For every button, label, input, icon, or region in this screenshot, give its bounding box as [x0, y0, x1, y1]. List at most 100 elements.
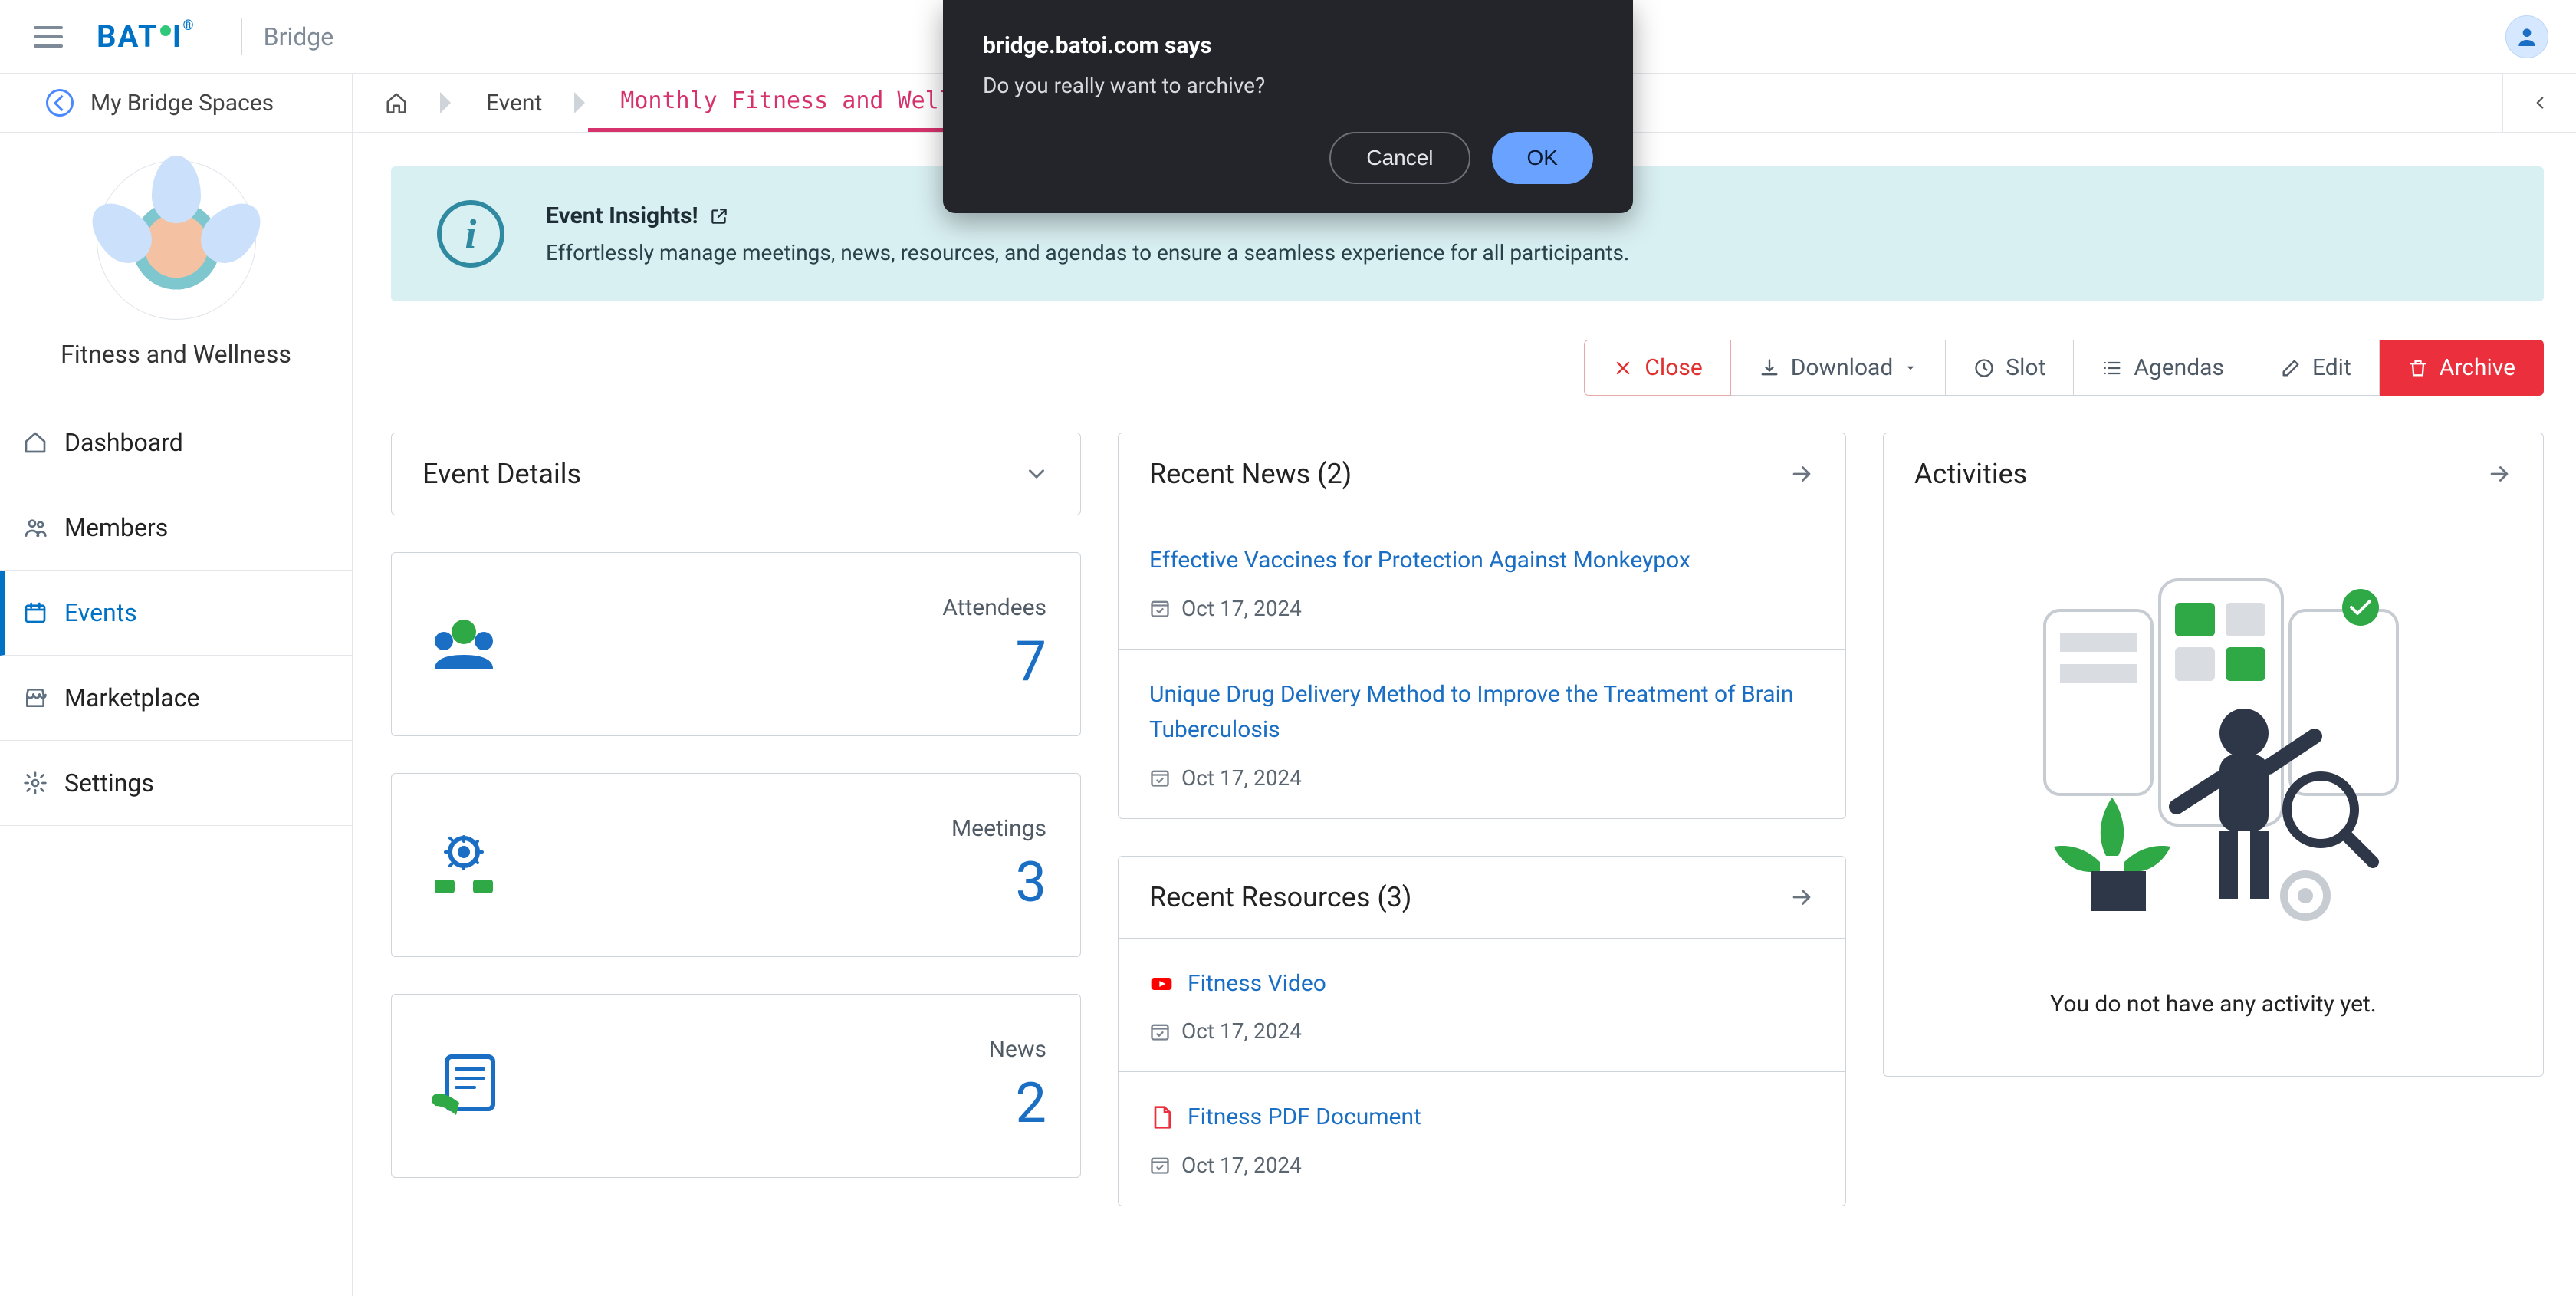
agendas-button[interactable]: Agendas: [2074, 340, 2252, 396]
news-item-date: Oct 17, 2024: [1149, 765, 1815, 791]
chevron-down-icon: [1024, 461, 1050, 487]
download-button[interactable]: Download: [1731, 340, 1947, 396]
calendar-check-icon: [1149, 597, 1171, 619]
list-icon: [2101, 357, 2123, 379]
chevron-left-icon: [2530, 93, 2550, 113]
edit-icon: [2280, 357, 2302, 379]
external-link-icon[interactable]: [709, 206, 729, 226]
activities-panel: Activities: [1883, 433, 2544, 1077]
sidebar-item-label: Dashboard: [64, 428, 183, 457]
trash-icon: [2407, 357, 2429, 379]
stat-news: News 2: [391, 994, 1081, 1178]
cancel-button[interactable]: Cancel: [1329, 132, 1470, 184]
news-item-title: Unique Drug Delivery Method to Improve t…: [1149, 677, 1815, 748]
stat-news-value: 2: [989, 1071, 1046, 1136]
insights-desc: Effortlessly manage meetings, news, reso…: [546, 240, 1629, 265]
resource-item[interactable]: Fitness Video Oct 17, 2024: [1119, 939, 1845, 1073]
calendar-check-icon: [1149, 1021, 1171, 1042]
confirm-dialog-title: bridge.batoi.com says: [983, 32, 1593, 59]
news-item-title: Effective Vaccines for Protection Agains…: [1149, 543, 1815, 579]
breadcrumb-collapse[interactable]: [2502, 74, 2576, 132]
recent-news-heading: Recent News (2): [1149, 458, 1352, 490]
brand-logo[interactable]: BATI®: [97, 18, 196, 54]
archive-button-label: Archive: [2440, 354, 2515, 381]
stat-news-label: News: [989, 1036, 1046, 1063]
activities-head: Activities: [1884, 433, 2543, 515]
sidebar-item-events[interactable]: Events: [0, 571, 352, 656]
news-item[interactable]: Unique Drug Delivery Method to Improve t…: [1119, 650, 1845, 818]
info-icon: i: [437, 200, 504, 268]
confirm-dialog-actions: Cancel OK: [983, 132, 1593, 184]
stat-attendees-value: 7: [942, 629, 1046, 694]
confirm-dialog: bridge.batoi.com says Do you really want…: [943, 0, 1633, 213]
resource-item-date: Oct 17, 2024: [1149, 1153, 1815, 1178]
attendees-icon: [426, 613, 502, 675]
close-button-label: Close: [1644, 354, 1702, 381]
agendas-button-label: Agendas: [2134, 354, 2224, 381]
sidebar-item-members[interactable]: Members: [0, 485, 352, 571]
resource-item-date: Oct 17, 2024: [1149, 1018, 1815, 1044]
center-column: Recent News (2) Effective Vaccines for P…: [1118, 433, 1846, 1206]
space-title: Fitness and Wellness: [61, 340, 291, 369]
sidebar-item-marketplace[interactable]: Marketplace: [0, 656, 352, 741]
activities-empty-message: You do not have any activity yet.: [1914, 991, 2512, 1018]
store-icon: [23, 686, 48, 710]
home-icon: [23, 430, 48, 455]
news-icon: [426, 1048, 502, 1124]
activities-empty-illustration: [2014, 549, 2413, 948]
close-icon: [1612, 357, 1634, 379]
resource-item-title: Fitness Video: [1149, 966, 1815, 1002]
stat-meetings-label: Meetings: [951, 815, 1046, 842]
ok-button[interactable]: OK: [1492, 132, 1593, 184]
recent-news-panel: Recent News (2) Effective Vaccines for P…: [1118, 433, 1846, 819]
arrow-right-icon[interactable]: [1789, 461, 1815, 487]
slot-button[interactable]: Slot: [1946, 340, 2074, 396]
user-avatar[interactable]: [2505, 15, 2548, 58]
calendar-check-icon: [1149, 767, 1171, 788]
breadcrumb-home[interactable]: [353, 74, 440, 132]
gear-icon: [23, 771, 48, 795]
confirm-dialog-message: Do you really want to archive?: [983, 73, 1593, 98]
sidebar-item-label: Marketplace: [64, 683, 199, 712]
arrow-right-icon[interactable]: [2486, 461, 2512, 487]
resource-item[interactable]: Fitness PDF Document Oct 17, 2024: [1119, 1072, 1845, 1206]
activities-heading: Activities: [1914, 458, 2027, 490]
home-icon: [385, 91, 408, 114]
breadcrumb-back[interactable]: My Bridge Spaces: [0, 74, 353, 132]
caret-down-icon: [1904, 361, 1917, 375]
event-details-head[interactable]: Event Details: [392, 433, 1080, 515]
insights-title-label: Event Insights!: [546, 202, 698, 229]
video-icon: [1149, 972, 1174, 996]
sidebar-item-label: Settings: [64, 768, 154, 798]
product-name[interactable]: Bridge: [264, 22, 334, 51]
archive-button[interactable]: Archive: [2380, 340, 2544, 396]
recent-resources-head: Recent Resources (3): [1119, 857, 1845, 939]
event-details-column: Event Details Attendees: [391, 433, 1081, 1206]
arrow-left-circle-icon: [46, 89, 74, 117]
menu-toggle-icon[interactable]: [34, 26, 63, 48]
recent-resources-heading: Recent Resources (3): [1149, 881, 1411, 913]
breadcrumb-event-label: Event: [486, 90, 542, 117]
download-icon: [1759, 357, 1780, 379]
stat-attendees-label: Attendees: [942, 594, 1046, 621]
stat-meetings: Meetings 3: [391, 773, 1081, 957]
sidebar: Fitness and Wellness Dashboard Members E…: [0, 133, 353, 1296]
download-button-label: Download: [1791, 354, 1894, 381]
slot-button-label: Slot: [2006, 354, 2045, 381]
news-item[interactable]: Effective Vaccines for Protection Agains…: [1119, 515, 1845, 650]
recent-news-head: Recent News (2): [1119, 433, 1845, 515]
edit-button-label: Edit: [2312, 354, 2351, 381]
arrow-right-icon[interactable]: [1789, 884, 1815, 910]
recent-resources-panel: Recent Resources (3) Fitness Video Oct 1…: [1118, 856, 1846, 1206]
calendar-check-icon: [1149, 1154, 1171, 1176]
users-icon: [23, 515, 48, 540]
close-button[interactable]: Close: [1584, 340, 1730, 396]
sidebar-item-settings[interactable]: Settings: [0, 741, 352, 826]
event-details-heading: Event Details: [422, 458, 581, 490]
edit-button[interactable]: Edit: [2252, 340, 2380, 396]
pdf-icon: [1149, 1105, 1174, 1130]
stat-attendees: Attendees 7: [391, 552, 1081, 736]
breadcrumb-event[interactable]: Event: [454, 74, 574, 132]
sidebar-item-dashboard[interactable]: Dashboard: [0, 400, 352, 485]
stat-meetings-value: 3: [951, 850, 1046, 915]
